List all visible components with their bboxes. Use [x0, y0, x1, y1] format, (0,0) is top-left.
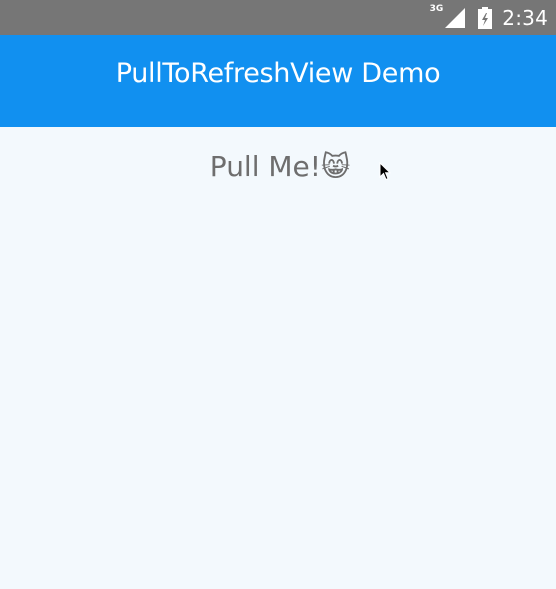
mouse-pointer-icon: [379, 162, 391, 181]
status-icons: 3G 2:34: [430, 0, 548, 35]
network-type-label: 3G: [429, 3, 444, 14]
status-clock: 2:34: [502, 5, 548, 30]
app-bar: PullToRefreshView Demo: [0, 35, 556, 127]
battery-icon: [478, 6, 493, 29]
pull-to-refresh-view[interactable]: Pull Me!😸: [0, 127, 556, 589]
app-title: PullToRefreshView Demo: [115, 57, 441, 89]
status-bar: 3G 2:34: [0, 0, 556, 35]
pull-me-label: Pull Me!😸: [209, 150, 351, 183]
signal-icon: [445, 7, 466, 28]
pull-label-container: Pull Me!😸: [0, 149, 556, 185]
